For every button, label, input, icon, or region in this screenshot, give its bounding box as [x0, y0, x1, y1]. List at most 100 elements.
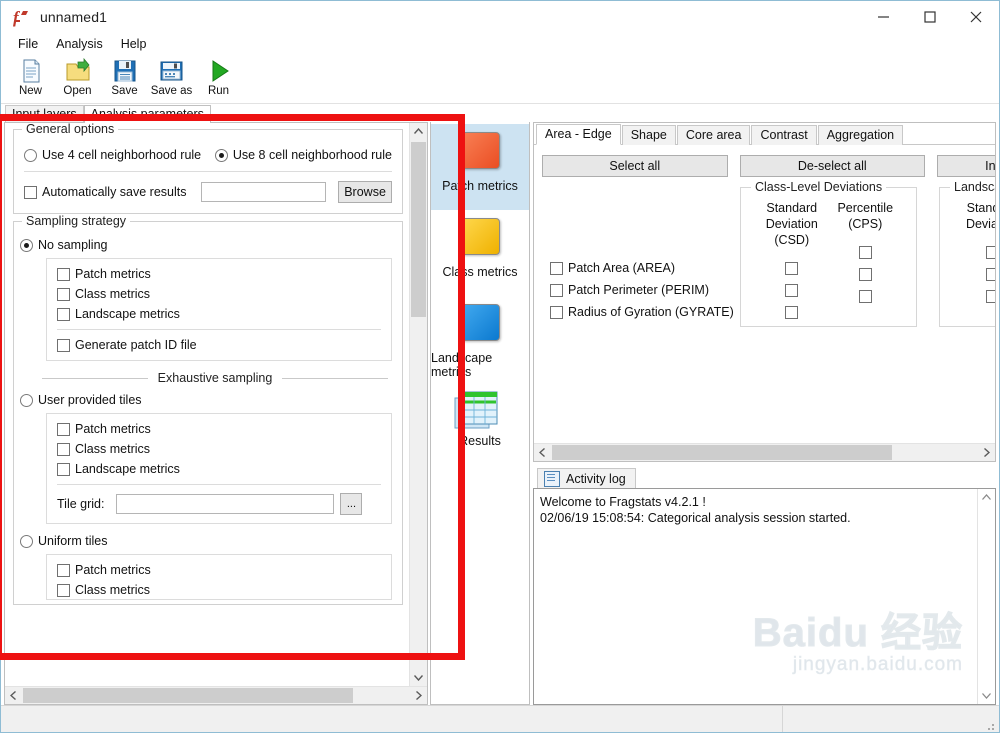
vertical-scroll-track[interactable] — [410, 140, 427, 669]
resize-grip-icon[interactable] — [984, 720, 996, 732]
category-patch-metrics[interactable]: Patch metrics — [431, 124, 529, 210]
checkbox-class-metrics-ut[interactable] — [57, 583, 70, 597]
category-class-metrics-label: Class metrics — [442, 265, 518, 279]
tile-grid-input[interactable] — [116, 494, 335, 514]
checkbox-csd-patch-area[interactable] — [785, 262, 799, 275]
checkbox-patch-metrics-ns[interactable] — [57, 267, 70, 281]
radio-8-cell-rule[interactable] — [214, 148, 228, 162]
checkbox-generate-patch-id[interactable] — [57, 338, 70, 352]
tab-analysis-parameters[interactable]: Analysis parameters — [83, 105, 211, 123]
menu-file[interactable]: File — [9, 35, 47, 53]
class-metrics-swatch-icon — [460, 218, 500, 255]
checkbox-lsd-radius-of-gyration[interactable] — [985, 290, 995, 303]
tab-aggregation[interactable]: Aggregation — [817, 125, 904, 145]
menu-analysis[interactable]: Analysis — [47, 35, 112, 53]
checkbox-class-metrics-ns[interactable] — [57, 287, 70, 301]
horizontal-scroll-thumb[interactable] — [552, 445, 892, 460]
checkbox-patch-perimeter[interactable] — [550, 283, 563, 297]
close-icon[interactable] — [953, 1, 999, 33]
radio-user-provided-tiles[interactable] — [20, 393, 33, 407]
metric-row-patch-area[interactable]: Patch Area (AREA) — [550, 257, 740, 279]
tab-activity-log[interactable]: Activity log — [537, 468, 636, 489]
select-all-button[interactable]: Select all — [542, 155, 728, 177]
checkbox-csd-patch-perimeter[interactable] — [785, 284, 799, 297]
tab-shape[interactable]: Shape — [621, 125, 676, 145]
window-controls — [861, 1, 999, 33]
category-results[interactable]: Results — [431, 382, 529, 460]
toolbar-run-button[interactable]: Run — [195, 55, 242, 104]
category-landscape-metrics[interactable]: Landscape metrics — [431, 296, 529, 382]
checkbox-row-patch-metrics-upt[interactable]: Patch metrics — [57, 422, 381, 436]
vertical-scroll-track[interactable] — [978, 506, 995, 687]
checkbox-row-class-metrics-ut[interactable]: Class metrics — [57, 583, 381, 597]
checkbox-radius-of-gyration[interactable] — [550, 305, 563, 319]
scroll-up-icon[interactable] — [978, 489, 995, 506]
horizontal-scroll-thumb[interactable] — [23, 688, 353, 703]
tile-grid-browse-button[interactable]: ... — [340, 493, 363, 515]
metric-row-radius-of-gyration[interactable]: Radius of Gyration (GYRATE) — [550, 301, 740, 323]
checkbox-row-patch-metrics-ns[interactable]: Patch metrics — [57, 267, 381, 281]
toolbar-open-button[interactable]: Open — [54, 55, 101, 104]
category-patch-metrics-label: Patch metrics — [442, 179, 518, 193]
checkbox-patch-metrics-upt[interactable] — [57, 422, 70, 436]
metrics-selection-box: Area - Edge Shape Core area Contrast Agg… — [533, 122, 996, 462]
toolbar-save-button[interactable]: Save — [101, 55, 148, 104]
label-patch-area: Patch Area (AREA) — [568, 261, 675, 275]
checkbox-row-patch-metrics-ut[interactable]: Patch metrics — [57, 563, 381, 577]
radio-no-sampling[interactable] — [20, 238, 33, 252]
checkbox-cps-patch-perimeter[interactable] — [858, 268, 872, 281]
checkbox-patch-metrics-ut[interactable] — [57, 563, 70, 577]
activity-log-tabstrip: Activity log — [533, 466, 996, 489]
scroll-down-icon[interactable] — [410, 669, 427, 686]
scroll-right-icon[interactable] — [978, 444, 995, 461]
scroll-right-icon[interactable] — [410, 687, 427, 704]
scroll-up-icon[interactable] — [410, 123, 427, 140]
scroll-down-icon[interactable] — [978, 687, 995, 704]
horizontal-scroll-track[interactable] — [551, 444, 978, 461]
scroll-left-icon[interactable] — [534, 444, 551, 461]
vertical-scroll-thumb[interactable] — [411, 142, 426, 317]
metrics-horizontal-scrollbar[interactable] — [534, 443, 995, 461]
checkbox-row-generate-patch-id[interactable]: Generate patch ID file — [57, 338, 381, 352]
minimize-icon[interactable] — [861, 1, 907, 33]
radio-4-cell-rule[interactable] — [24, 148, 37, 162]
activity-log-vertical-scrollbar[interactable] — [977, 489, 995, 704]
invert-selection-button[interactable]: Inve — [937, 155, 995, 177]
menu-help[interactable]: Help — [112, 35, 156, 53]
tab-input-layers[interactable]: Input layers — [5, 105, 84, 123]
maximize-icon[interactable] — [907, 1, 953, 33]
checkbox-lsd-patch-perimeter[interactable] — [985, 268, 995, 281]
checkbox-row-class-metrics-upt[interactable]: Class metrics — [57, 442, 381, 456]
no-sampling-options: Patch metrics Class metrics Landscape me… — [46, 258, 392, 361]
checkbox-row-landscape-metrics-upt[interactable]: Landscape metrics — [57, 462, 381, 476]
metric-tabs: Area - Edge Shape Core area Contrast Agg… — [534, 123, 995, 145]
auto-save-path-input[interactable] — [200, 182, 327, 202]
checkbox-landscape-metrics-ns[interactable] — [57, 307, 70, 321]
checkbox-auto-save-results[interactable] — [24, 185, 37, 199]
checkbox-class-metrics-upt[interactable] — [57, 442, 70, 456]
tab-area-edge[interactable]: Area - Edge — [536, 124, 621, 145]
checkbox-cps-radius-of-gyration[interactable] — [858, 290, 872, 303]
checkbox-row-class-metrics-ns[interactable]: Class metrics — [57, 287, 381, 301]
status-cell-left — [1, 706, 783, 732]
category-class-metrics[interactable]: Class metrics — [431, 210, 529, 296]
tab-contrast[interactable]: Contrast — [751, 125, 817, 145]
toolbar-saveas-button[interactable]: Save as — [148, 55, 195, 104]
checkbox-csd-radius-of-gyration[interactable] — [785, 306, 799, 319]
toolbar-new-button[interactable]: New — [7, 55, 54, 104]
checkbox-lsd-patch-area[interactable] — [985, 246, 995, 259]
radio-uniform-tiles[interactable] — [20, 534, 33, 548]
browse-button[interactable]: Browse — [338, 181, 392, 203]
class-level-deviations-group: Class-Level Deviations Standard Deviatio… — [740, 180, 917, 327]
horizontal-scroll-track[interactable] — [22, 687, 410, 704]
scroll-left-icon[interactable] — [5, 687, 22, 704]
checkbox-landscape-metrics-upt[interactable] — [57, 462, 70, 476]
metric-row-patch-perimeter[interactable]: Patch Perimeter (PERIM) — [550, 279, 740, 301]
left-panel-vertical-scrollbar[interactable] — [409, 123, 427, 686]
checkbox-row-landscape-metrics-ns[interactable]: Landscape metrics — [57, 307, 381, 321]
checkbox-cps-patch-area[interactable] — [858, 246, 872, 259]
checkbox-patch-area[interactable] — [550, 261, 563, 275]
de-select-all-button[interactable]: De-select all — [739, 155, 925, 177]
left-panel-horizontal-scrollbar[interactable] — [5, 686, 427, 704]
tab-core-area[interactable]: Core area — [676, 125, 751, 145]
